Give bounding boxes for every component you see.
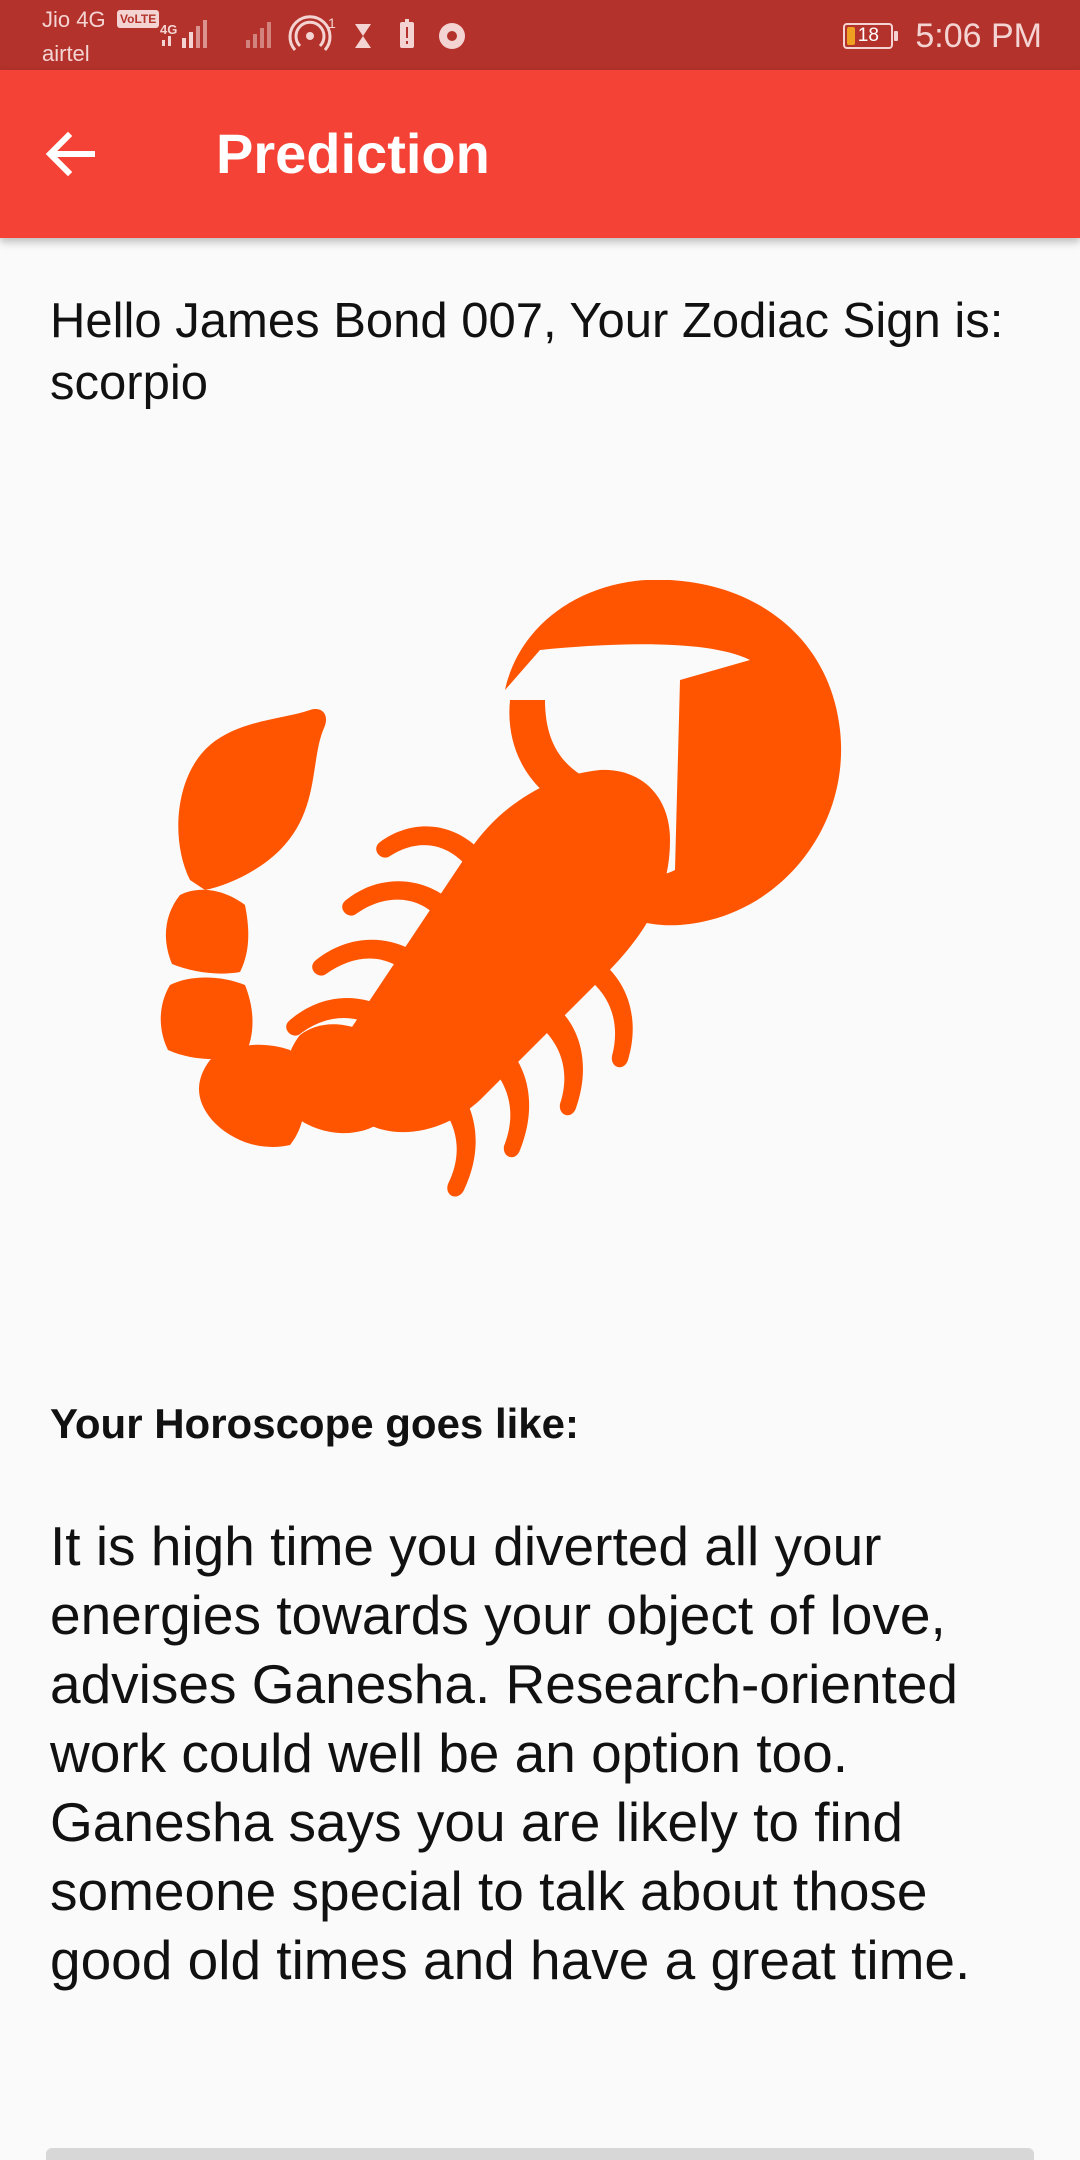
volte-badge: VoLTE bbox=[117, 10, 160, 28]
status-icons: 4G 1 bbox=[160, 14, 480, 58]
battery-icon: 18 bbox=[843, 23, 899, 49]
arrow-back-icon bbox=[45, 131, 95, 177]
scorpio-icon bbox=[160, 580, 842, 1197]
signal-icon: 4G 1 bbox=[160, 15, 465, 51]
svg-text:1: 1 bbox=[328, 15, 336, 31]
carrier-1-label: Jio 4G bbox=[42, 7, 106, 32]
status-bar: Jio 4G VoLTE airtel 4G 1 18 5:06 PM bbox=[0, 0, 1080, 70]
status-right: 18 5:06 PM bbox=[843, 14, 1042, 58]
status-time: 5:06 PM bbox=[915, 16, 1042, 55]
page-title: Prediction bbox=[216, 122, 490, 185]
horoscope-heading: Your Horoscope goes like: bbox=[50, 1400, 579, 1447]
horoscope-text: It is high time you diverted all your en… bbox=[50, 1515, 971, 1991]
back-button[interactable] bbox=[30, 114, 110, 194]
app-bar: Prediction bbox=[0, 70, 1080, 238]
carrier-2-label: airtel bbox=[42, 41, 90, 66]
greeting-text: Hello James Bond 007, Your Zodiac Sign i… bbox=[50, 294, 1004, 410]
battery-level: 18 bbox=[857, 25, 879, 46]
svg-text:4G: 4G bbox=[160, 22, 177, 37]
scroll-edge-card bbox=[46, 2148, 1034, 2160]
